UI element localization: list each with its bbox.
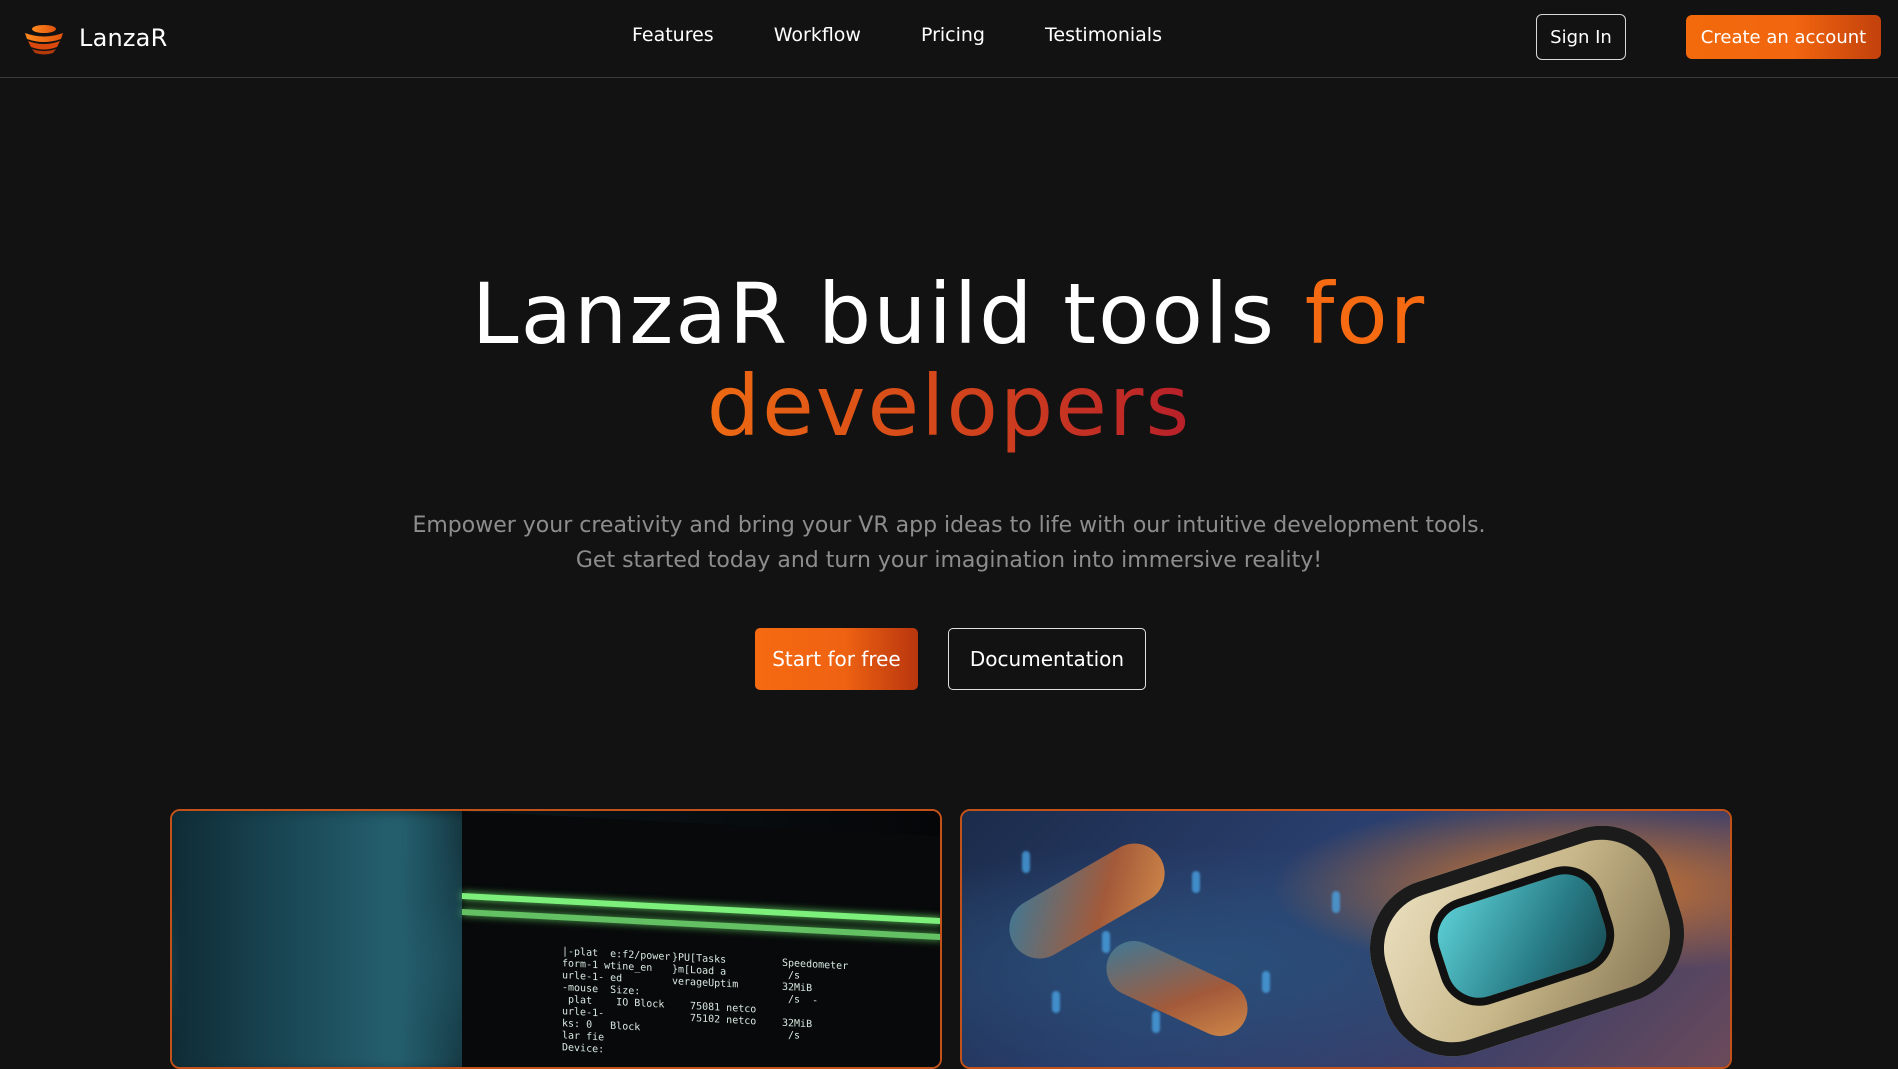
terminal-monitor: |-plat e:f2/power form-1 wtine_en urle-1…: [462, 811, 940, 1067]
terminal-screen-photo: |-plat e:f2/power form-1 wtine_en urle-1…: [170, 809, 942, 1069]
brand-home-link[interactable]: LanzaR: [22, 19, 167, 57]
light-particle: [1192, 871, 1200, 893]
nav-link-testimonials[interactable]: Testimonials: [1045, 24, 1162, 46]
top-navbar: LanzaR Features Workflow Pricing Testimo…: [0, 0, 1898, 78]
terminal-text-column: Speedometer /s 32MiB /s - 32MiB /s: [782, 957, 849, 1042]
hero-subtitle: Empower your creativity and bring your V…: [0, 508, 1898, 578]
create-account-button[interactable]: Create an account: [1686, 15, 1881, 59]
hero-title: LanzaR build tools for developers: [0, 268, 1898, 452]
brand-name: LanzaR: [79, 24, 168, 52]
layered-disc-logo-icon: [25, 25, 63, 55]
primary-nav: Features Workflow Pricing Testimonials: [632, 24, 1162, 46]
light-particle: [1262, 971, 1270, 993]
light-particle: [1052, 991, 1060, 1013]
sign-in-button[interactable]: Sign In: [1536, 14, 1626, 60]
hero-subtitle-line-1: Empower your creativity and bring your V…: [412, 513, 1486, 538]
terminal-text-column: |-plat e:f2/power form-1 wtine_en urle-1…: [562, 946, 671, 1056]
nav-link-workflow[interactable]: Workflow: [774, 24, 861, 46]
hero-title-accent-for: for: [1304, 265, 1427, 363]
start-for-free-button[interactable]: Start for free: [755, 628, 918, 690]
vr-headset-photo: [960, 809, 1732, 1069]
hero-title-accent-developers: developers: [706, 357, 1192, 455]
light-particle: [1022, 851, 1030, 873]
documentation-button[interactable]: Documentation: [948, 628, 1146, 690]
light-particle: [1332, 891, 1340, 913]
hero-subtitle-line-2: Get started today and turn your imaginat…: [575, 548, 1323, 573]
terminal-progress-bar: [462, 893, 940, 925]
nav-link-pricing[interactable]: Pricing: [921, 24, 985, 46]
nav-link-features[interactable]: Features: [632, 24, 714, 46]
terminal-photo-blur: [172, 811, 492, 1067]
light-particle: [1152, 1011, 1160, 1033]
hero-title-main: LanzaR build tools: [471, 265, 1305, 363]
light-particle: [1102, 931, 1110, 953]
terminal-text-column: }PU[Tasks }m[Load a verageUptim 75081 ne…: [672, 952, 757, 1028]
